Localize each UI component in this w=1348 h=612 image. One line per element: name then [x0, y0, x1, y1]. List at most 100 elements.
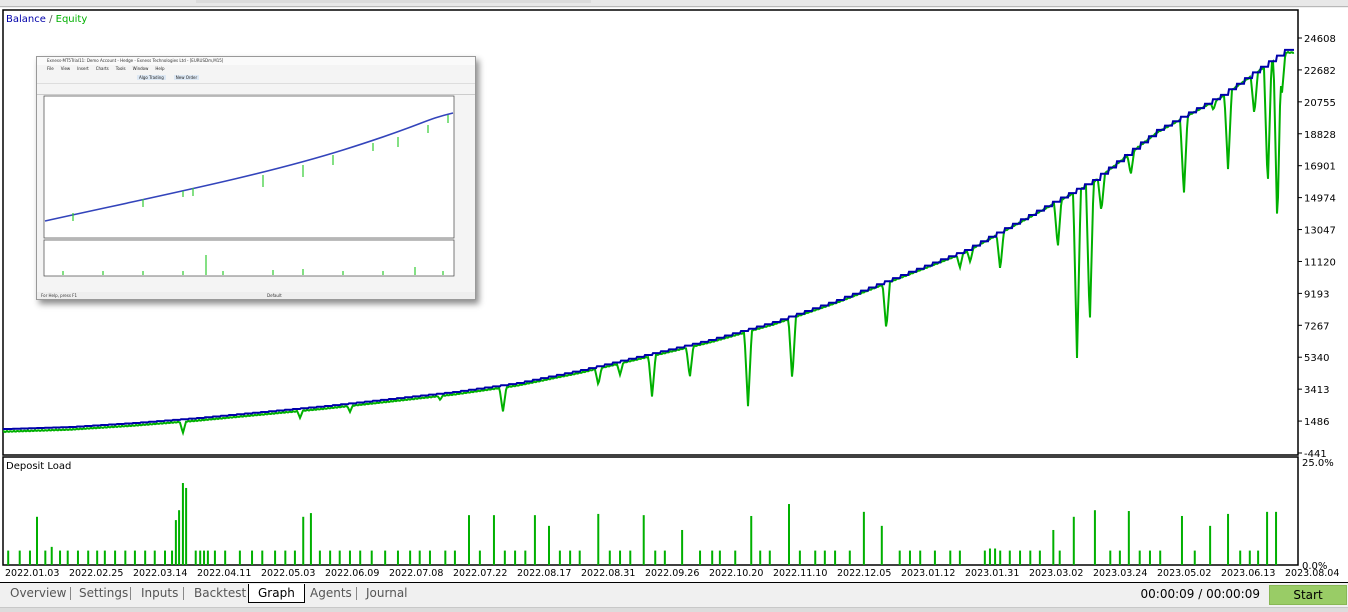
bottom-border: [0, 607, 1348, 612]
deposit-load-bar: [274, 550, 277, 565]
deposit-load-bar: [908, 550, 911, 565]
y-tick-label: 14974: [1304, 194, 1336, 205]
deposit-load-bar: [734, 550, 737, 565]
inset-menu-item: Tools: [115, 66, 126, 71]
deposit-load-bar: [1058, 550, 1061, 565]
tab-separator: [183, 587, 184, 600]
deposit-load-bar: [50, 546, 53, 565]
deposit-load-bar: [261, 550, 264, 565]
x-tick-label: 2022.05.03: [261, 568, 315, 579]
deposit-load-bar: [178, 510, 181, 565]
deposit-load-bar: [503, 550, 506, 565]
deposit-load-bar: [862, 511, 865, 565]
deposit-load-bar: [1275, 511, 1278, 565]
deposit-load-bar: [1109, 550, 1112, 565]
inset-menu-item: File: [47, 66, 54, 71]
deposit-load-bar: [153, 550, 156, 565]
deposit-load-bar: [66, 550, 69, 565]
deposit-load-bar: [663, 550, 666, 565]
legend-separator: /: [46, 14, 56, 25]
deposit-load-bar: [359, 550, 362, 565]
x-tick-label: 2022.08.17: [517, 568, 571, 579]
inset-chart: [43, 95, 455, 277]
deposit-load-bar: [949, 550, 952, 565]
inset-toolbar-2: [37, 84, 475, 95]
deposit-load-bar: [642, 515, 645, 565]
deposit-load-bar: [1118, 550, 1121, 565]
deposit-load-bar: [1248, 550, 1251, 565]
deposit-load-bar: [1257, 550, 1260, 565]
tab-backtest[interactable]: Backtest: [192, 584, 248, 602]
embedded-screenshot: Exness-MT5Trial11: Demo Account - Hedge …: [36, 56, 476, 300]
graph-panel: Balance / Equity Deposit Load 24608 22682…: [0, 8, 1348, 582]
deposit-load-bar: [478, 550, 481, 565]
deposit-load-bar: [999, 550, 1002, 565]
y-tick-label: 20755: [1304, 98, 1336, 109]
x-tick-label: 2022.11.10: [773, 568, 827, 579]
x-tick-label: 2022.06.09: [325, 568, 379, 579]
deposit-load-bar: [578, 550, 581, 565]
deposit-load-bar: [919, 550, 922, 565]
deposit-load-bar: [1180, 515, 1183, 565]
deposit-load-bar: [681, 529, 684, 565]
deposit-load-bar: [1019, 550, 1022, 565]
deposit-load-bar: [44, 550, 47, 565]
deposit-load-bar: [444, 550, 447, 565]
deposit-load-bar: [96, 550, 99, 565]
deposit-load-bar: [718, 550, 721, 565]
deposit-load-bar: [28, 550, 31, 565]
tab-separator: [130, 587, 131, 600]
inset-toolbar: Algo Trading New Order: [37, 73, 475, 84]
y-tick-label: 3413: [1304, 385, 1329, 396]
deposit-load-bar: [533, 515, 536, 565]
deposit-load-bar: [958, 550, 961, 565]
deposit-load-bar: [124, 550, 127, 565]
legend-balance: Balance: [6, 14, 46, 25]
tab-overview[interactable]: Overview: [8, 584, 69, 602]
x-tick-label: 2023.06.13: [1221, 568, 1275, 579]
deposit-load-bar: [7, 550, 10, 565]
deposit-load-bar: [370, 550, 373, 565]
deposit-load-bar: [338, 550, 341, 565]
x-tick-label: 2022.03.14: [133, 568, 187, 579]
deposit-load-bar: [654, 550, 657, 565]
deposit-load-bar: [174, 520, 177, 565]
deposit-load-bar: [348, 550, 351, 565]
deposit-load-bar: [880, 525, 883, 565]
deposit-load-bar: [759, 550, 762, 565]
inset-algo-trading: Algo Trading: [137, 75, 166, 80]
deposit-load-bar: [608, 550, 611, 565]
inset-new-order: New Order: [173, 75, 200, 80]
y-tick-label: 16901: [1304, 162, 1336, 173]
scrollbar-thumb[interactable]: [196, 0, 591, 3]
deposit-load-title: Deposit Load: [6, 461, 71, 472]
tab-journal[interactable]: Journal: [364, 584, 410, 602]
top-strip: [0, 0, 1348, 7]
deposit-load-bar: [181, 483, 184, 565]
deposit-load-bar: [396, 550, 399, 565]
deposit-load-bar: [309, 513, 312, 565]
deposit-load-bar: [1127, 511, 1130, 565]
tab-agents[interactable]: Agents: [308, 584, 354, 602]
tab-inputs[interactable]: Inputs: [139, 584, 180, 602]
deposit-load-bar: [185, 487, 188, 565]
deposit-load-bar: [1239, 550, 1242, 565]
deposit-load-bar: [814, 550, 817, 565]
deposit-load-bar: [213, 550, 216, 565]
deposit-load-bar: [629, 550, 632, 565]
deposit-load-bar: [36, 516, 38, 565]
deposit-load-bar: [524, 550, 527, 565]
deposit-load-bar: [284, 550, 287, 565]
deposit-load-bar: [1038, 550, 1041, 565]
tab-graph[interactable]: Graph: [248, 584, 305, 603]
deposit-load-bar: [983, 550, 986, 565]
deposit-load-bar: [206, 550, 209, 565]
deposit-load-bar: [788, 504, 790, 565]
inset-menu-item: Insert: [77, 66, 89, 71]
tab-settings[interactable]: Settings: [77, 584, 130, 602]
start-button[interactable]: Start: [1269, 585, 1347, 605]
deposit-load-bar: [994, 548, 997, 565]
deposit-load-bar: [409, 550, 412, 565]
deposit-load-bar: [293, 550, 296, 565]
tab-separator: [70, 587, 71, 600]
